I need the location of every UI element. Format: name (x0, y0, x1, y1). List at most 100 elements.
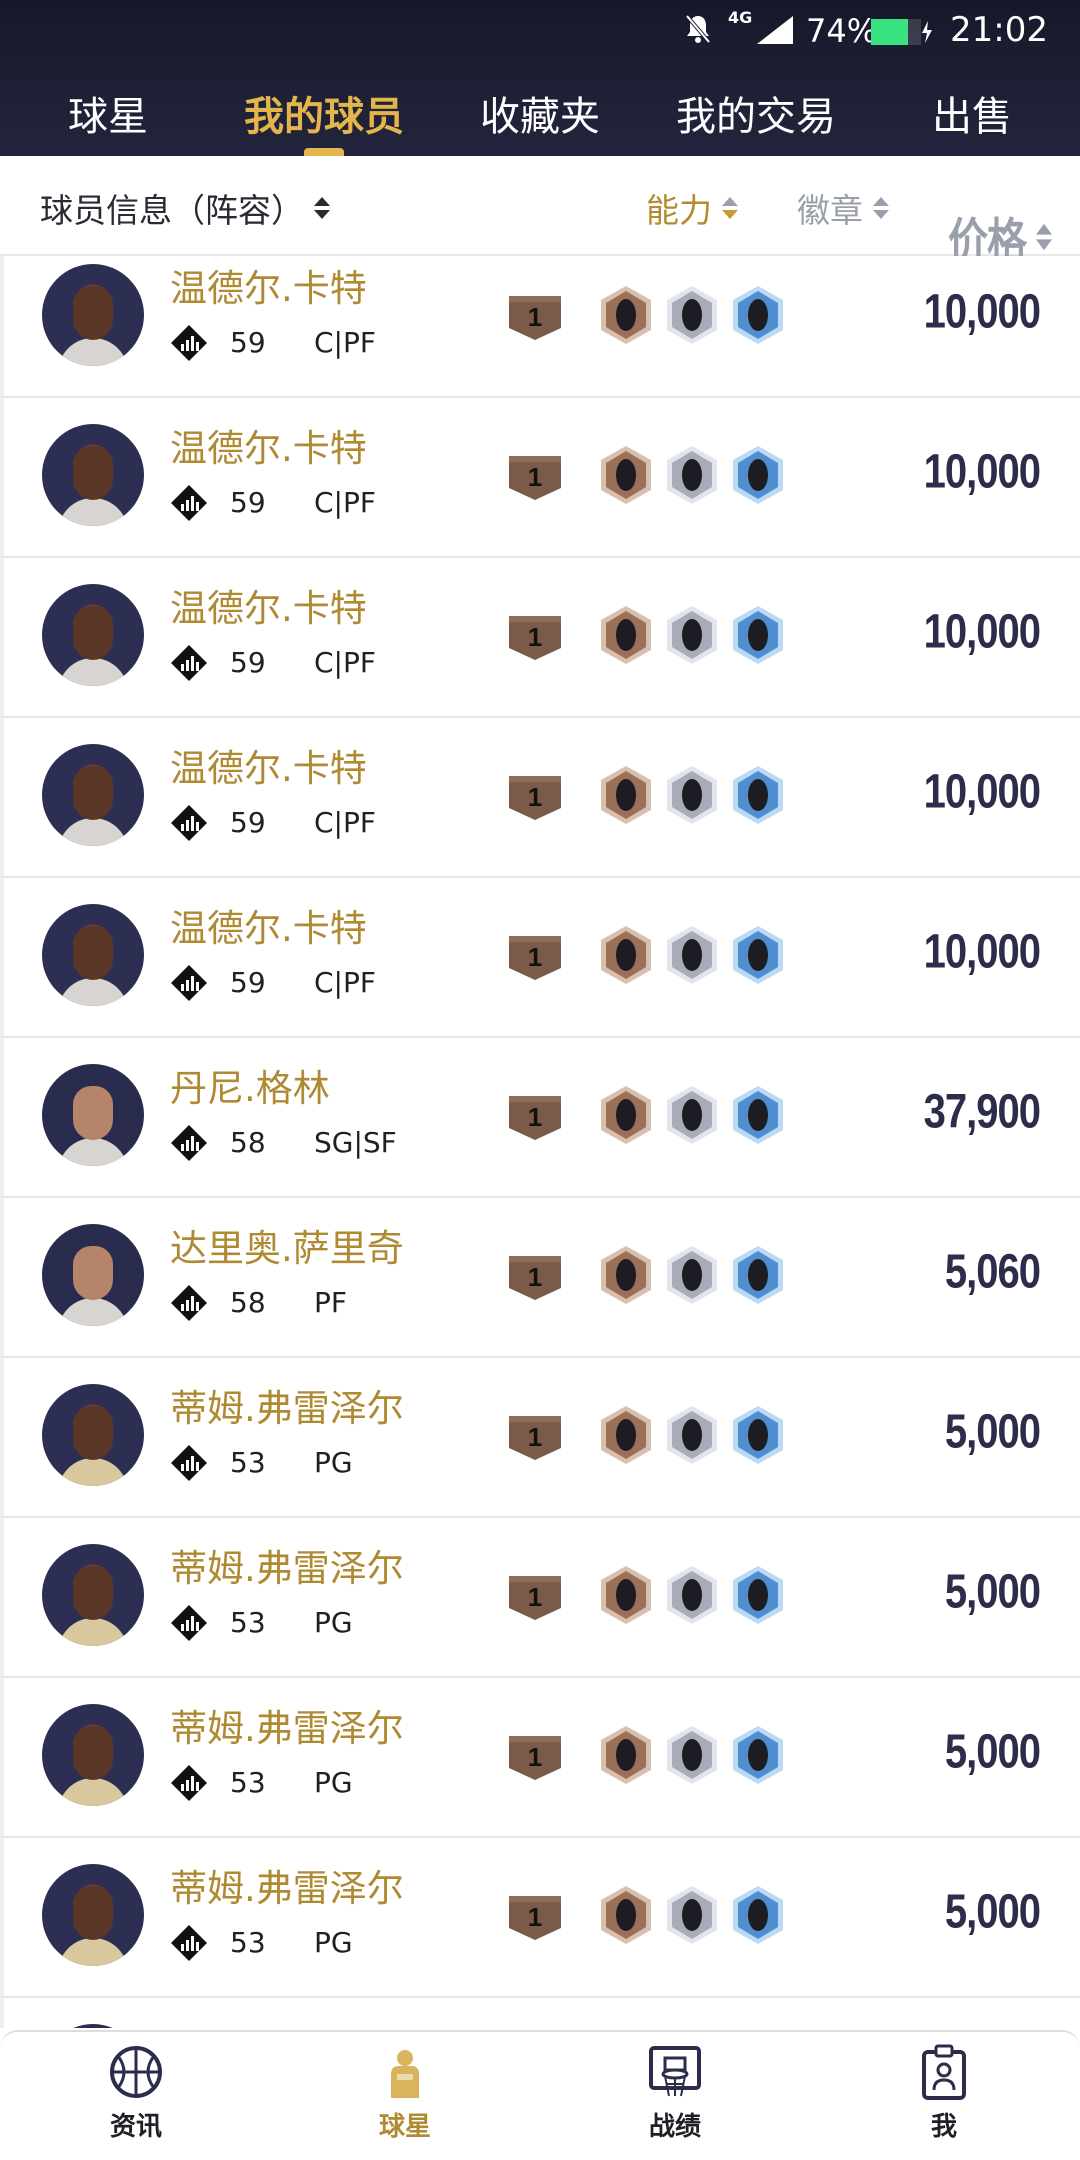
silver-badge-count: 0 (667, 446, 717, 504)
top-bar: 4G 74% 21:02 球星 我的球员 收藏夹 我的交易 出售 (0, 0, 1080, 156)
tab-favorites[interactable]: 收藏夹 (480, 84, 600, 142)
profile-card-icon (922, 2044, 966, 2100)
player-position: C|PF (314, 966, 376, 999)
level-badge: 1 (509, 936, 561, 980)
player-price: 5,000 (944, 1405, 1041, 1459)
svg-text:0: 0 (618, 300, 634, 331)
sort-player-info-label: 球员信息（阵容） (40, 191, 304, 230)
svg-text:0: 0 (750, 300, 766, 331)
player-price: 5,000 (944, 1725, 1041, 1779)
player-row[interactable]: 蒂姆.弗雷泽尔 53 PG 1 0 (0, 1998, 1080, 2028)
svg-text:1: 1 (528, 782, 542, 812)
svg-text:1: 1 (528, 622, 542, 652)
overall-rating: 59 (230, 486, 266, 519)
tab-my-players[interactable]: 我的球员 (244, 84, 404, 142)
player-row[interactable]: 蒂姆.弗雷泽尔 53 PG 1 0 (0, 1358, 1080, 1518)
tab-stars[interactable]: 球星 (68, 84, 148, 142)
svg-text:0: 0 (684, 1260, 700, 1291)
svg-text:1: 1 (528, 462, 542, 492)
sort-badge[interactable]: 徽章 (797, 184, 889, 232)
tab-sell[interactable]: 出售 (932, 84, 1012, 142)
overall-rating-icon (171, 965, 207, 1001)
svg-text:0: 0 (750, 780, 766, 811)
svg-text:0: 0 (750, 620, 766, 651)
player-price: 10,000 (923, 765, 1041, 819)
bronze-badge-count: 0 (601, 1086, 651, 1144)
player-rows: 温德尔.卡特 59 C|PF 1 0 0 0 10,000 温德尔.卡特 59 … (0, 256, 1080, 2028)
nav-record[interactable]: 战绩 (615, 2044, 735, 2143)
player-name: 温德尔.卡特 (170, 267, 367, 310)
svg-text:1: 1 (528, 302, 542, 332)
battery-percent: 74% (806, 12, 878, 50)
svg-text:1: 1 (528, 1422, 542, 1452)
player-row[interactable]: 蒂姆.弗雷泽尔 53 PG 1 0 (0, 1838, 1080, 1998)
player-avatar (42, 1704, 144, 1806)
player-price: 10,000 (923, 925, 1041, 979)
svg-text:0: 0 (618, 1740, 634, 1771)
nav-news-label: 资讯 (109, 2112, 162, 2142)
svg-text:0: 0 (684, 940, 700, 971)
overall-rating: 59 (230, 646, 266, 679)
player-avatar (42, 584, 144, 686)
player-name: 蒂姆.弗雷泽尔 (170, 1387, 404, 1430)
svg-text:0: 0 (618, 780, 634, 811)
active-tab-indicator (304, 148, 344, 156)
nav-me[interactable]: 我 (884, 2044, 1004, 2143)
overall-rating: 58 (230, 1126, 266, 1159)
overall-rating-icon (171, 485, 207, 521)
gold-badge-count: 0 (733, 606, 783, 664)
svg-text:0: 0 (750, 940, 766, 971)
gold-badge-count: 0 (733, 1726, 783, 1784)
overall-rating: 59 (230, 806, 266, 839)
player-position: C|PF (314, 646, 376, 679)
player-price: 37,900 (923, 1085, 1041, 1139)
tab-my-trades[interactable]: 我的交易 (676, 84, 836, 142)
overall-rating: 58 (230, 1286, 266, 1319)
overall-rating-icon (171, 1925, 207, 1961)
player-avatar (42, 1864, 144, 1966)
svg-text:0: 0 (750, 1100, 766, 1131)
overall-rating: 53 (230, 1446, 266, 1479)
svg-text:1: 1 (528, 1102, 542, 1132)
silver-badge-count: 0 (667, 1406, 717, 1464)
sort-arrows-icon (873, 197, 889, 219)
player-row[interactable]: 蒂姆.弗雷泽尔 53 PG 1 0 (0, 1678, 1080, 1838)
player-row[interactable]: 温德尔.卡特 59 C|PF 1 0 0 0 10,000 (0, 878, 1080, 1038)
player-position: PG (314, 1926, 353, 1959)
sort-header: 球员信息（阵容） 能力 徽章 价格 (0, 156, 1080, 268)
player-name: 蒂姆.弗雷泽尔 (170, 1707, 404, 1750)
player-row[interactable]: 达里奥.萨里奇 58 PF 1 0 0 0 5,060 (0, 1198, 1080, 1358)
player-row[interactable]: 温德尔.卡特 59 C|PF 1 0 0 0 10,000 (0, 558, 1080, 718)
nav-news[interactable]: 资讯 (76, 2044, 196, 2143)
player-row[interactable]: 蒂姆.弗雷泽尔 53 PG 1 0 (0, 1518, 1080, 1678)
player-row[interactable]: 温德尔.卡特 59 C|PF 1 0 0 0 10,000 (0, 398, 1080, 558)
svg-text:0: 0 (684, 780, 700, 811)
sort-arrows-icon (1036, 223, 1052, 251)
bronze-badge-count: 0 (601, 1246, 651, 1304)
player-list[interactable]: 温德尔.卡特 59 C|PF 1 0 0 0 10,000 温德尔.卡特 59 … (0, 256, 1080, 2028)
player-row[interactable]: 温德尔.卡特 59 C|PF 1 0 0 0 10,000 (0, 718, 1080, 878)
sort-ability[interactable]: 能力 (646, 184, 738, 232)
overall-rating: 59 (230, 966, 266, 999)
overall-rating: 53 (230, 1606, 266, 1639)
level-badge: 1 (509, 1736, 561, 1780)
svg-text:0: 0 (684, 1420, 700, 1451)
player-row[interactable]: 温德尔.卡特 59 C|PF 1 0 0 0 10,000 (0, 256, 1080, 398)
gold-badge-count: 0 (733, 446, 783, 504)
svg-text:0: 0 (684, 620, 700, 651)
svg-text:0: 0 (618, 1260, 634, 1291)
level-badge: 1 (509, 1096, 561, 1140)
overall-rating-icon (171, 1285, 207, 1321)
sort-ability-label: 能力 (646, 191, 712, 230)
level-badge: 1 (509, 296, 561, 340)
nav-stars[interactable]: 球星 (345, 2044, 465, 2143)
player-price: 5,060 (944, 1245, 1041, 1299)
player-row[interactable]: 丹尼.格林 58 SG|SF 1 0 0 0 37,900 (0, 1038, 1080, 1198)
overall-rating-icon (171, 1125, 207, 1161)
sort-player-info[interactable]: 球员信息（阵容） (40, 184, 330, 232)
player-name: 蒂姆.弗雷泽尔 (170, 1547, 404, 1590)
player-name: 蒂姆.弗雷泽尔 (170, 1867, 404, 1910)
bottom-nav: 资讯 球星 战绩 我 (0, 2030, 1080, 2160)
overall-rating: 59 (230, 326, 266, 359)
svg-text:0: 0 (750, 1740, 766, 1771)
